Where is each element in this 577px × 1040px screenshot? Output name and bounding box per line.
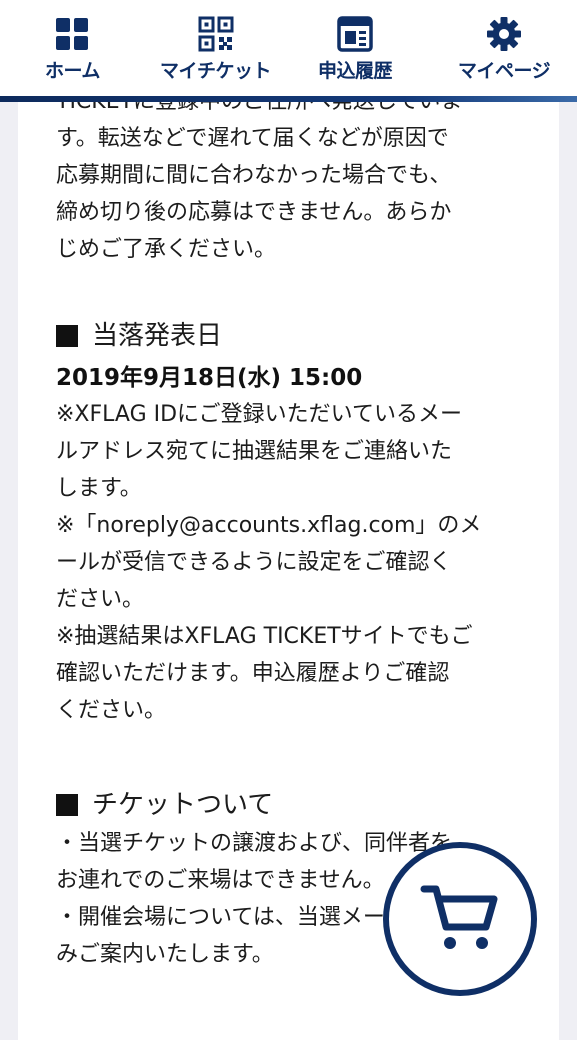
square-bullet-icon xyxy=(56,794,78,816)
announcement-line: ※XFLAG IDにご登録いただいているメー xyxy=(56,402,462,427)
nav-item-my-page[interactable]: マイページ xyxy=(458,16,551,83)
nav-label-my-page: マイページ xyxy=(458,60,551,82)
gear-icon xyxy=(486,16,522,52)
announcement-line: ください。 xyxy=(56,698,167,723)
intro-paragraph: TICKETに登録中のご住所へ発送していま す。転送などで遅れて届くなどが原因で… xyxy=(56,83,526,268)
square-bullet-icon xyxy=(56,325,78,347)
qr-code-icon xyxy=(198,16,234,52)
nav-label-my-ticket: マイチケット xyxy=(160,60,272,82)
intro-line: じめご了承ください。 xyxy=(56,237,277,262)
announcement-heading: 当落発表日 xyxy=(56,316,526,356)
ticket-heading-text: チケットついて xyxy=(92,790,274,820)
home-grid-icon xyxy=(54,16,90,52)
nav-label-history: 申込履歴 xyxy=(318,60,393,82)
nav-item-my-ticket[interactable]: マイチケット xyxy=(160,16,272,83)
announcement-line: します。 xyxy=(56,476,142,501)
intro-line: 応募期間に間に合わなかった場合でも、 xyxy=(56,163,452,188)
announcement-date: 2019年9月18日(水) 15:00 xyxy=(56,365,363,391)
nav-item-history[interactable]: 申込履歴 xyxy=(318,16,393,83)
nav-divider xyxy=(0,96,577,102)
announcement-line: ださい。 xyxy=(56,587,145,612)
announcement-line: ※抽選結果はXFLAG TICKETサイトでもご xyxy=(56,624,473,649)
announcement-line: ルアドレス宛てに抽選結果をご連絡いた xyxy=(56,439,453,464)
nav-label-home: ホーム xyxy=(45,60,100,82)
announcement-section: 当落発表日 2019年9月18日(水) 15:00 ※XFLAG IDにご登録い… xyxy=(56,316,526,729)
intro-line: 締め切り後の応募はできません。あらか xyxy=(56,200,452,225)
history-icon xyxy=(337,16,373,52)
cart-icon xyxy=(420,881,500,957)
announcement-line: ールが受信できるように設定をご確認く xyxy=(56,550,452,575)
cart-button[interactable] xyxy=(383,842,537,996)
announcement-line: ※「noreply@accounts.xflag.com」のメ xyxy=(56,513,482,538)
ticket-heading: チケットついて xyxy=(56,785,526,825)
top-nav: ホーム マイチケット 申込履歴 マイページ xyxy=(0,0,577,96)
announcement-heading-text: 当落発表日 xyxy=(92,321,223,351)
intro-line: す。転送などで遅れて届くなどが原因で xyxy=(56,126,449,151)
announcement-line: 確認いただけます。申込履歴よりご確認 xyxy=(56,661,450,686)
nav-item-home[interactable]: ホーム xyxy=(45,16,100,83)
